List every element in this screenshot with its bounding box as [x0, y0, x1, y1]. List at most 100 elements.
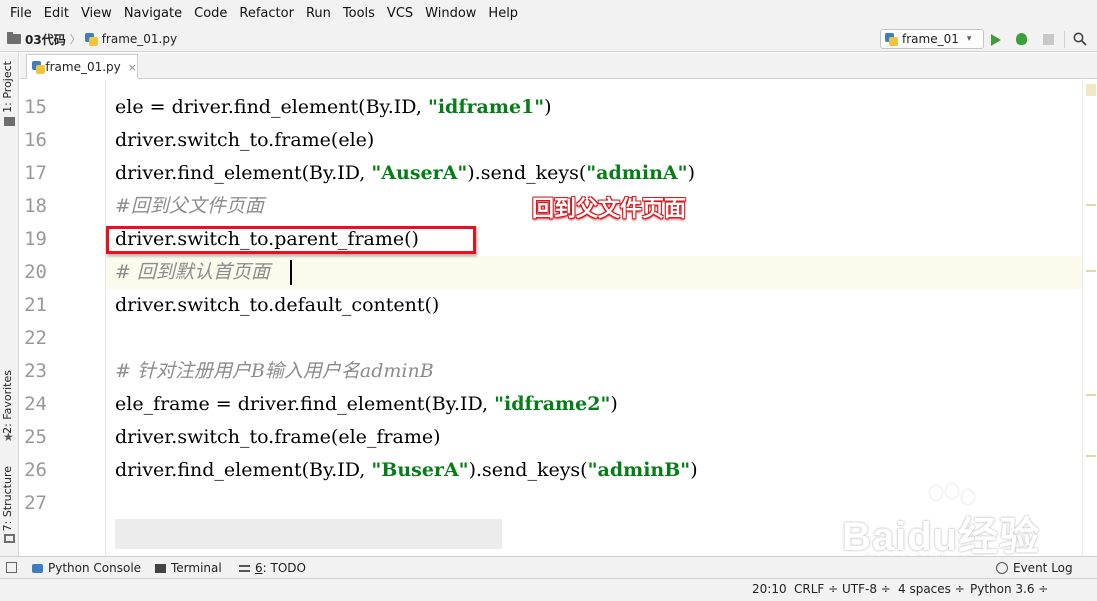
gutter-divider — [105, 80, 106, 556]
todo-key: 6 — [255, 561, 263, 575]
line-number: 27 — [24, 492, 47, 514]
code-line: driver.switch_to.frame(ele) — [115, 124, 374, 157]
line-number: 15 — [24, 96, 47, 118]
menu-help[interactable]: Help — [482, 0, 524, 27]
code-text: ) — [544, 96, 552, 118]
code-text: driver.find_element(By.ID, — [115, 162, 372, 184]
python-icon — [885, 32, 898, 46]
breadcrumb-project[interactable]: 03代码 — [25, 31, 66, 48]
stripe-mark — [1086, 455, 1096, 457]
menu-code[interactable]: Code — [188, 0, 233, 27]
code-text: ).send_keys( — [468, 459, 588, 481]
debug-icon[interactable] — [1016, 33, 1027, 45]
folder-icon — [7, 32, 21, 44]
todo-label: : TODO — [262, 561, 306, 575]
menu-view[interactable]: View — [75, 0, 118, 27]
event-log-icon — [996, 562, 1008, 574]
terminal-icon — [155, 563, 166, 573]
menu-run[interactable]: Run — [300, 0, 337, 27]
status-bar: 20:10 CRLF ÷ UTF-8 ÷ 4 spaces ÷ Python 3… — [0, 579, 1097, 601]
code-line: ele_frame = driver.find_element(By.ID, "… — [115, 388, 618, 421]
python-console-button[interactable]: Python Console — [32, 557, 141, 579]
code-line: driver.find_element(By.ID, "BuserA").sen… — [115, 454, 698, 487]
code-text: ) — [687, 162, 695, 184]
paw-icon — [962, 490, 974, 504]
breadcrumb: 03代码 〉 frame_01.py — [0, 31, 177, 48]
paw-icon — [946, 484, 958, 498]
highlight-box — [106, 226, 476, 254]
toolbar-divider — [1064, 31, 1065, 48]
string-literal: "adminB" — [587, 459, 691, 481]
interpreter-select[interactable]: Python 3.6 ÷ — [970, 582, 1048, 596]
text-caret — [290, 260, 292, 285]
code-text: ).send_keys( — [467, 162, 587, 184]
stop-icon[interactable] — [1043, 34, 1054, 45]
menu-refactor[interactable]: Refactor — [233, 0, 300, 27]
menu-tools[interactable]: Tools — [337, 0, 381, 27]
line-separator-select[interactable]: CRLF ÷ — [794, 582, 838, 596]
code-line: #回到父文件页面 — [115, 190, 264, 223]
menu-file[interactable]: File — [4, 0, 38, 27]
structure-tool-button[interactable]: 7: Structure — [1, 466, 14, 531]
python-console-icon — [32, 563, 43, 573]
code-text: ) — [690, 459, 698, 481]
menu-window[interactable]: Window — [419, 0, 482, 27]
left-tool-strip: 1: Project 2: Favorites ★ 7: Structure — [0, 53, 19, 556]
tool-windows-icon[interactable] — [6, 562, 17, 573]
stripe-mark — [1086, 394, 1096, 396]
line-number: 16 — [24, 129, 47, 151]
favorites-tool-button[interactable]: 2: Favorites — [1, 370, 14, 434]
comment-text: #回到父文件页面 — [115, 195, 264, 217]
error-stripe[interactable] — [1082, 80, 1097, 556]
editor-tab-bar: frame_01.py × — [20, 53, 1097, 79]
code-line: # 针对注册用户B输入用户名adminB — [115, 355, 434, 388]
breadcrumb-file[interactable]: frame_01.py — [102, 32, 177, 46]
menu-vcs[interactable]: VCS — [381, 0, 419, 27]
run-configuration-select[interactable]: frame_01 ▾ — [880, 29, 984, 49]
tab-frame-01[interactable]: frame_01.py × — [26, 54, 138, 79]
code-text: ) — [610, 393, 618, 415]
search-icon[interactable] — [1073, 32, 1087, 46]
code-line: driver.switch_to.frame(ele_frame) — [115, 421, 441, 454]
run-icon[interactable] — [991, 34, 1001, 46]
event-log-label: Event Log — [1013, 561, 1073, 575]
run-configuration-name: frame_01 — [902, 32, 959, 46]
string-literal: "AuserA" — [371, 162, 468, 184]
chevron-right-icon: 〉 — [69, 33, 81, 46]
menu-navigate[interactable]: Navigate — [118, 0, 188, 27]
encoding-select[interactable]: UTF-8 ÷ — [842, 582, 891, 596]
comment-text: # 回到默认首页面 — [115, 261, 270, 283]
tool-window-bar: Python Console Terminal 6 : TODO Event L… — [0, 556, 1097, 579]
string-literal: "idframe1" — [427, 96, 545, 118]
line-number: 17 — [24, 162, 47, 184]
todo-button[interactable]: 6 : TODO — [239, 557, 306, 579]
project-icon — [4, 117, 15, 126]
event-log-button[interactable]: Event Log — [996, 557, 1073, 579]
code-text: ele_frame = driver.find_element(By.ID, — [115, 393, 495, 415]
python-file-icon — [32, 60, 46, 74]
close-icon[interactable]: × — [128, 61, 137, 74]
navigation-bar: 03代码 〉 frame_01.py frame_01 ▾ — [0, 27, 1097, 52]
stripe-mark — [1086, 204, 1096, 206]
partially-hidden-code-line — [115, 519, 502, 549]
cursor-position[interactable]: 20:10 — [752, 582, 787, 596]
code-text: driver.switch_to.frame(ele_frame) — [115, 426, 441, 448]
terminal-button[interactable]: Terminal — [155, 557, 222, 579]
menu-edit[interactable]: Edit — [38, 0, 75, 27]
stripe-mark — [1086, 270, 1096, 272]
star-icon: ★ — [3, 430, 14, 444]
line-number: 24 — [24, 393, 47, 415]
structure-icon — [4, 534, 15, 543]
indent-select[interactable]: 4 spaces ÷ — [898, 582, 965, 596]
annotation-label: 回到父文件页面 — [532, 197, 687, 222]
line-number: 23 — [24, 360, 47, 382]
python-file-icon — [84, 32, 98, 46]
line-number-gutter: 15 16 17 18 19 20 21 22 23 24 25 26 27 — [20, 80, 105, 556]
chevron-down-icon: ▾ — [966, 34, 972, 44]
line-number: 20 — [24, 261, 47, 283]
python-console-label: Python Console — [48, 561, 142, 575]
code-editor[interactable]: 15 16 17 18 19 20 21 22 23 24 25 26 27 ele = driver.… — [20, 80, 1097, 556]
line-number: 22 — [24, 327, 47, 349]
project-tool-button[interactable]: 1: Project — [1, 61, 14, 113]
terminal-label: Terminal — [171, 561, 222, 575]
